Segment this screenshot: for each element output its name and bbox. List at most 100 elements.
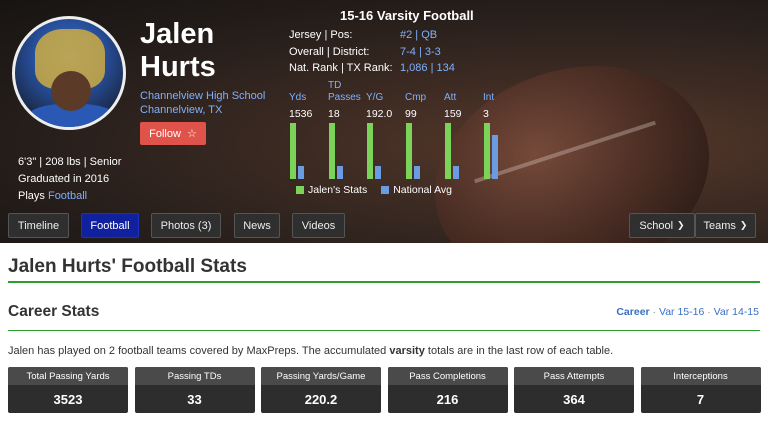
bar-national-avg <box>453 166 459 179</box>
school-info: Channelview High School Channelview, TX <box>140 89 265 117</box>
bar-player-stat <box>484 123 490 179</box>
info-row-rank: Nat. Rank | TX Rank: 1,086 | 134 <box>289 60 455 77</box>
star-icon: ☆ <box>186 128 197 140</box>
info-label: Nat. Rank | TX Rank: <box>289 62 393 74</box>
summary-card-label: Total Passing Yards <box>8 367 128 385</box>
stat-category-label: Int <box>483 92 495 103</box>
info-value[interactable]: #2 | QB <box>400 27 437 44</box>
bar-player-stat <box>329 123 335 179</box>
player-bio: 6'3" | 208 lbs | Senior Graduated in 201… <box>18 154 121 205</box>
school-dropdown[interactable]: School ❯ <box>629 213 695 238</box>
legend-label-player: Jalen's Stats <box>308 184 368 196</box>
plays-prefix: Plays <box>18 190 48 202</box>
link-separator: · <box>707 306 711 318</box>
season-info: Jersey | Pos: #2 | QB Overall | District… <box>289 27 455 77</box>
follow-label: Follow <box>149 127 181 140</box>
link-var-14-15[interactable]: Var 14-15 <box>714 306 759 318</box>
profile-nav: Timeline Football Photos (3) News Videos… <box>0 207 768 243</box>
player-name: Jalen Hurts <box>140 18 216 84</box>
player-size: 6'3" | 208 lbs | Senior <box>18 156 122 168</box>
summary-card-label: Pass Attempts <box>514 367 634 385</box>
player-avatar[interactable] <box>12 16 126 130</box>
stat-category-label: Yds <box>289 92 307 103</box>
info-label: Jersey | Pos: <box>289 29 353 41</box>
chevron-down-icon: ❯ <box>739 220 748 230</box>
stat-value-label: 3 <box>483 108 489 120</box>
summary-card: Total Passing Yards 3523 <box>8 367 128 413</box>
career-divider <box>8 330 760 331</box>
sport-link[interactable]: Football <box>48 190 87 202</box>
summary-card-value: 33 <box>187 391 202 407</box>
stat-category-label: TD Passes <box>328 80 361 103</box>
summary-card-label: Passing TDs <box>134 367 255 385</box>
bar-national-avg <box>375 166 381 179</box>
summary-card-value: 364 <box>563 391 585 407</box>
career-season-links: Career · Var 15-16 · Var 14-15 <box>616 306 759 318</box>
summary-card-label: Pass Completions <box>387 367 508 385</box>
stat-category-label: Cmp <box>405 92 427 103</box>
hero-banner: Jalen Hurts Channelview High School Chan… <box>0 0 768 243</box>
bar-player-stat <box>406 123 412 179</box>
career-stats-title: Career Stats <box>8 303 100 320</box>
school-location: Channelview, TX <box>140 104 223 116</box>
stat-category-label: Y/G <box>366 92 384 103</box>
player-graduated: Graduated in 2016 <box>18 173 110 185</box>
info-label: Overall | District: <box>289 45 370 58</box>
summary-card-value: 220.2 <box>304 391 338 407</box>
stat-value-label: 192.0 <box>366 108 393 120</box>
stat-value-label: 99 <box>405 108 417 120</box>
legend-swatch-player <box>296 186 304 194</box>
school-link[interactable]: Channelview High School <box>140 89 265 103</box>
tab-timeline[interactable]: Timeline <box>8 213 69 238</box>
summary-card-value: 216 <box>436 391 459 407</box>
player-first-name: Jalen <box>140 18 215 50</box>
info-row-jersey: Jersey | Pos: #2 | QB <box>289 27 455 44</box>
stat-category-label: Att <box>444 92 457 103</box>
desc-bold: varsity <box>389 345 425 357</box>
summary-card-value: 3523 <box>53 391 83 407</box>
follow-button[interactable]: Follow ☆ <box>140 122 206 145</box>
bar-national-avg <box>414 166 420 179</box>
summary-card: Passing Yards/Game 220.2 <box>261 367 381 413</box>
chevron-down-icon: ❯ <box>677 220 685 230</box>
tab-news[interactable]: News <box>234 213 280 238</box>
summary-card-value: 7 <box>696 391 705 407</box>
info-value[interactable]: 7-4 | 3-3 <box>400 44 441 61</box>
title-divider <box>8 281 760 283</box>
teams-dropdown[interactable]: Teams ❯ <box>695 213 756 238</box>
career-description: Jalen has played on 2 football teams cov… <box>8 345 613 357</box>
bar-player-stat <box>445 123 451 179</box>
link-career[interactable]: Career <box>616 306 649 318</box>
legend-label-national: National Avg <box>393 184 452 196</box>
desc-text: Jalen has played on 2 football teams cov… <box>8 345 390 357</box>
desc-text: totals are in the last row of each table… <box>424 345 614 357</box>
summary-card: Pass Completions 216 <box>387 367 508 413</box>
bar-national-avg <box>337 166 343 179</box>
school-dropdown-label: School <box>639 219 674 232</box>
legend-swatch-national <box>381 186 390 194</box>
info-row-record: Overall | District: 7-4 | 3-3 <box>289 44 455 61</box>
tab-photos[interactable]: Photos (3) <box>151 213 221 238</box>
link-separator: · <box>652 306 657 318</box>
avatar-face <box>51 71 91 111</box>
player-plays: Plays Football <box>18 188 121 205</box>
stat-value-label: 1536 <box>289 108 313 120</box>
teams-dropdown-label: Teams <box>703 219 736 232</box>
summary-card-label: Interceptions <box>640 367 761 385</box>
page-title: Jalen Hurts' Football Stats <box>8 256 247 277</box>
bar-national-avg <box>298 166 304 179</box>
info-value[interactable]: 1,086 | 134 <box>400 60 455 77</box>
stat-value-label: 159 <box>444 108 462 120</box>
summary-card: Interceptions 7 <box>640 367 761 413</box>
link-var-15-16[interactable]: Var 15-16 <box>659 306 704 318</box>
bar-national-avg <box>492 135 498 179</box>
bar-player-stat <box>367 123 373 179</box>
tab-football[interactable]: Football <box>81 213 139 238</box>
tab-videos[interactable]: Videos <box>292 213 345 238</box>
season-title: 15-16 Varsity Football <box>340 8 474 23</box>
bar-player-stat <box>290 123 296 179</box>
summary-card-label: Passing Yards/Game <box>261 367 381 385</box>
summary-card: Passing TDs 33 <box>134 367 255 413</box>
player-last-name: Hurts <box>140 51 216 83</box>
chart-legend: Jalen's Stats National Avg <box>296 184 452 196</box>
